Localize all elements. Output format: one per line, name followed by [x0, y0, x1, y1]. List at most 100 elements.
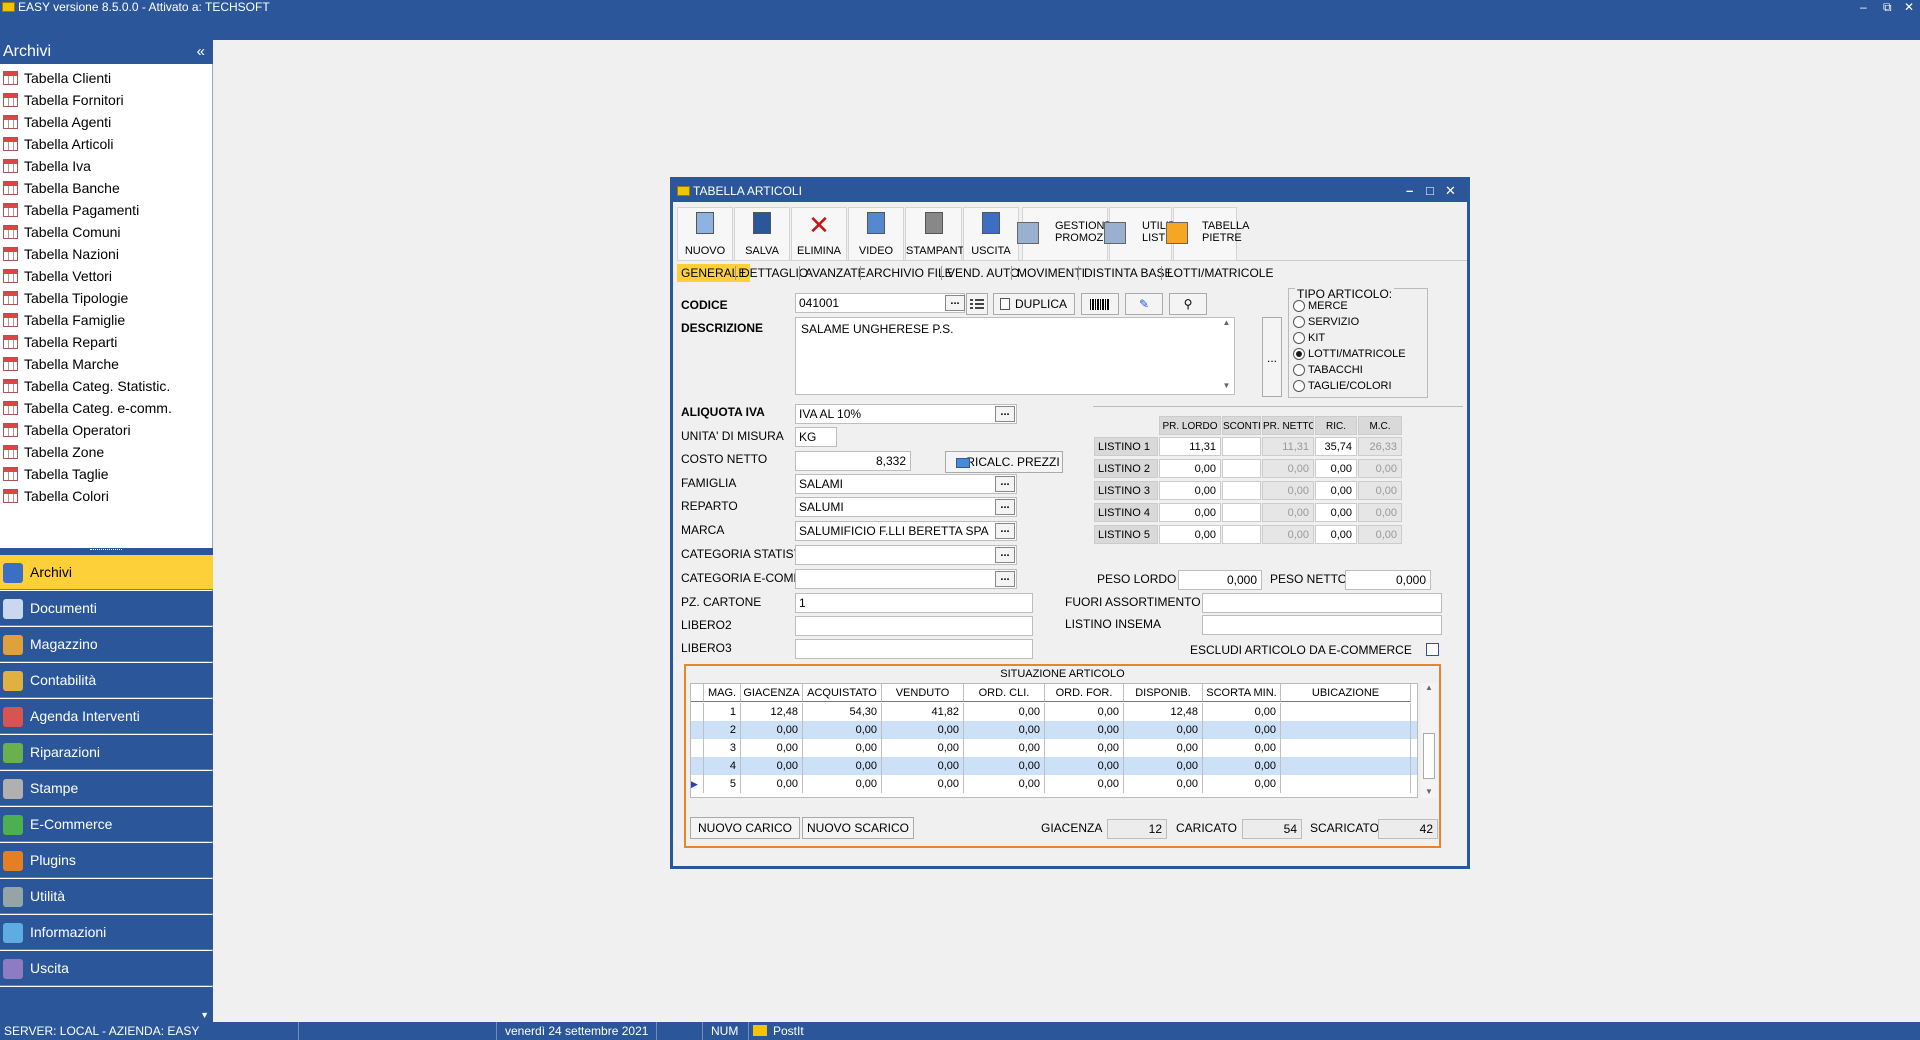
listino-ric-cell[interactable]: 0,00: [1315, 459, 1357, 478]
nav-item-globe[interactable]: E-Commerce: [0, 807, 213, 842]
tipo-radio[interactable]: [1293, 348, 1305, 360]
salva-button[interactable]: SALVA: [734, 207, 790, 261]
uscita-button[interactable]: USCITA: [963, 207, 1019, 261]
stock-scrollbar[interactable]: ▲ ▼: [1421, 683, 1437, 798]
collapse-sidebar-icon[interactable]: «: [197, 40, 205, 64]
listino-ric-cell[interactable]: 0,00: [1315, 503, 1357, 522]
utility-pricelist-button[interactable]: UTILITY LISTINI: [1104, 207, 1183, 261]
listino-ric-cell[interactable]: 0,00: [1315, 481, 1357, 500]
archive-item[interactable]: Tabella Colori: [0, 485, 213, 507]
archive-item[interactable]: Tabella Taglie: [0, 463, 213, 485]
listino-sconti-cell[interactable]: [1222, 437, 1261, 456]
nav-item-documents[interactable]: Documenti: [0, 591, 213, 626]
table-row[interactable]: ▶ 5 0,00 0,00 0,00 0,00 0,00 0,00 0,00: [691, 775, 1417, 793]
tipo-radio[interactable]: [1293, 332, 1305, 344]
archive-item[interactable]: Tabella Comuni: [0, 221, 213, 243]
peso-netto-input[interactable]: 0,000: [1345, 570, 1431, 590]
close-button[interactable]: ✕: [1904, 0, 1914, 14]
sidebar-splitter[interactable]: [0, 548, 213, 555]
catstat-lookup-button[interactable]: ...: [995, 547, 1015, 563]
tipo-radio[interactable]: [1293, 300, 1305, 312]
nav-item-exit[interactable]: Uscita: [0, 951, 213, 986]
table-row[interactable]: 2 0,00 0,00 0,00 0,00 0,00 0,00 0,00: [691, 721, 1417, 739]
nav-item-printer[interactable]: Stampe: [0, 771, 213, 806]
libero3-input[interactable]: [795, 639, 1033, 659]
dialog-maximize-button[interactable]: □: [1426, 180, 1434, 202]
archive-item[interactable]: Tabella Operatori: [0, 419, 213, 441]
archive-item[interactable]: Tabella Vettori: [0, 265, 213, 287]
nuovo-button[interactable]: NUOVO: [677, 207, 733, 261]
tipo-radio[interactable]: [1293, 316, 1305, 328]
nav-item-tools[interactable]: Utilità: [0, 879, 213, 914]
barcode-button[interactable]: [1081, 293, 1119, 315]
archive-item[interactable]: Tabella Agenti: [0, 111, 213, 133]
dialog-close-button[interactable]: ✕: [1445, 180, 1456, 202]
elimina-button[interactable]: ✕ ELIMINA: [791, 207, 847, 261]
codice-lookup-button[interactable]: ...: [945, 295, 965, 311]
nav-item-info[interactable]: Informazioni: [0, 915, 213, 950]
archive-item[interactable]: Tabella Tipologie: [0, 287, 213, 309]
archive-item[interactable]: Tabella Marche: [0, 353, 213, 375]
pzcart-input[interactable]: 1: [795, 593, 1033, 613]
archive-item[interactable]: Tabella Fornitori: [0, 89, 213, 111]
descrizione-expand-button[interactable]: ...: [1262, 317, 1282, 397]
listino-insema-input[interactable]: [1202, 615, 1442, 635]
archive-item[interactable]: Tabella Iva: [0, 155, 213, 177]
catecomm-lookup-button[interactable]: ...: [995, 571, 1015, 587]
duplica-button[interactable]: DUPLICA: [993, 293, 1075, 315]
postit-button[interactable]: PostIt: [748, 1022, 828, 1040]
archive-item[interactable]: Tabella Nazioni: [0, 243, 213, 265]
listino-sconti-cell[interactable]: [1222, 503, 1261, 522]
list-button[interactable]: [966, 293, 988, 315]
listino-ric-cell[interactable]: 35,74: [1315, 437, 1357, 456]
video-button[interactable]: VIDEO: [848, 207, 904, 261]
promotions-button[interactable]: GESTIONE PROMOZIONI: [1017, 207, 1126, 261]
archive-item[interactable]: Tabella Pagamenti: [0, 199, 213, 221]
archive-item[interactable]: Tabella Categ. Statistic.: [0, 375, 213, 397]
table-row[interactable]: 1 12,48 54,30 41,82 0,00 0,00 12,48 0,00: [691, 703, 1417, 721]
stones-table-button[interactable]: TABELLA PIETRE: [1166, 207, 1250, 261]
tab-lotti-matricole[interactable]: LOTTI/MATRICOLE: [1163, 264, 1277, 282]
reparto-input[interactable]: SALUMI: [795, 497, 1017, 517]
listino-lordo-cell[interactable]: 0,00: [1159, 481, 1221, 500]
um-input[interactable]: KG: [795, 427, 837, 447]
archive-item[interactable]: Tabella Famiglie: [0, 309, 213, 331]
archive-item[interactable]: Tabella Zone: [0, 441, 213, 463]
archive-item[interactable]: Tabella Banche: [0, 177, 213, 199]
listino-lordo-cell[interactable]: 0,00: [1159, 525, 1221, 544]
ricalc-prezzi-button[interactable]: RICALC. PREZZI: [945, 451, 1063, 473]
restore-button[interactable]: ⧉: [1883, 0, 1892, 14]
codice-input[interactable]: 041001: [795, 293, 965, 313]
listino-sconti-cell[interactable]: [1222, 525, 1261, 544]
nav-item-scales[interactable]: Contabilità: [0, 663, 213, 698]
listino-sconti-cell[interactable]: [1222, 481, 1261, 500]
listino-lordo-cell[interactable]: 11,31: [1159, 437, 1221, 456]
listino-lordo-cell[interactable]: 0,00: [1159, 459, 1221, 478]
aliquota-lookup-button[interactable]: ...: [995, 406, 1015, 422]
nuovo-scarico-button[interactable]: NUOVO SCARICO: [802, 817, 914, 839]
nav-item-agenda[interactable]: Agenda Interventi: [0, 699, 213, 734]
archive-item[interactable]: Tabella Categ. e-comm.: [0, 397, 213, 419]
libero2-input[interactable]: [795, 616, 1033, 636]
listino-lordo-cell[interactable]: 0,00: [1159, 503, 1221, 522]
table-row[interactable]: 4 0,00 0,00 0,00 0,00 0,00 0,00 0,00: [691, 757, 1417, 775]
listino-sconti-cell[interactable]: [1222, 459, 1261, 478]
dialog-minimize-button[interactable]: –: [1406, 180, 1413, 202]
fuori-assortimento-input[interactable]: [1202, 593, 1442, 613]
nav-item-repair[interactable]: Riparazioni: [0, 735, 213, 770]
famiglia-lookup-button[interactable]: ...: [995, 476, 1015, 492]
archive-item[interactable]: Tabella Clienti: [0, 67, 213, 89]
descrizione-scrollbar[interactable]: ▲ ▼: [1219, 318, 1234, 394]
chevron-down-icon[interactable]: ▼: [200, 1010, 209, 1020]
marca-input[interactable]: SALUMIFICIO F.LLI BERETTA SPA: [795, 521, 1017, 541]
nav-item-archive[interactable]: Archivi: [0, 555, 213, 590]
descrizione-textarea[interactable]: SALAME UNGHERESE P.S.: [795, 317, 1235, 395]
catstat-input[interactable]: [795, 545, 1017, 565]
famiglia-input[interactable]: SALAMI: [795, 474, 1017, 494]
archive-item[interactable]: Tabella Articoli: [0, 133, 213, 155]
nav-item-plugin[interactable]: Plugins: [0, 843, 213, 878]
nuovo-carico-button[interactable]: NUOVO CARICO: [690, 817, 800, 839]
minimize-button[interactable]: –: [1860, 0, 1867, 14]
peso-lordo-input[interactable]: 0,000: [1178, 570, 1262, 590]
marca-lookup-button[interactable]: ...: [995, 523, 1015, 539]
